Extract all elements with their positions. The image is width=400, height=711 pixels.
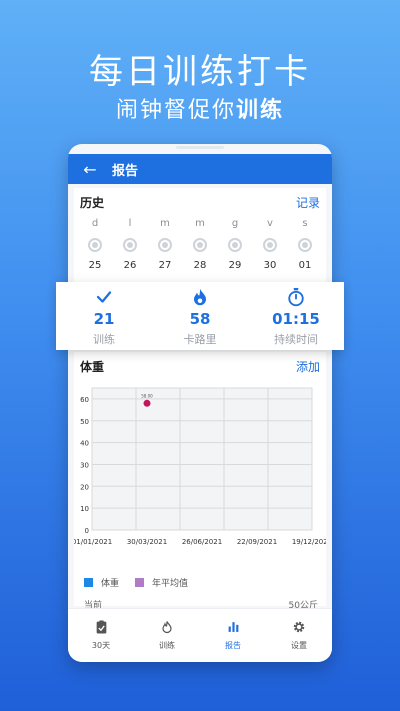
- stat-2: 01:15 持续时间: [248, 282, 344, 350]
- flame-icon: [161, 620, 173, 636]
- history-day[interactable]: m 28: [187, 218, 213, 271]
- weight-chart-svg: 0 10 20 30 40 50 60 01/01/2021 30/03/2021 26/06/2…: [72, 387, 332, 546]
- day-letter: m: [195, 218, 205, 229]
- stat-1: 58 卡路里: [152, 282, 248, 350]
- stat-label: 持续时间: [274, 333, 318, 346]
- nav-item-2[interactable]: 报告: [200, 609, 266, 662]
- nav-item-3[interactable]: 设置: [266, 609, 332, 662]
- record-link[interactable]: 记录: [296, 194, 320, 211]
- weight-card: 体重 添加 0 10 20 30 40 50 60 01/01/2021 30/03/2021 2…: [72, 352, 332, 611]
- flame-icon: [191, 286, 209, 308]
- add-weight-link[interactable]: 添加: [296, 358, 320, 375]
- back-arrow-icon[interactable]: ←: [76, 160, 104, 179]
- x-tick-label: 30/03/2021: [127, 538, 167, 546]
- stat-0: 21 训练: [56, 282, 152, 350]
- x-tick-label: 22/09/2021: [237, 538, 277, 546]
- stat-value: 58: [189, 310, 211, 328]
- history-day[interactable]: l 26: [117, 218, 143, 271]
- stat-value: 01:15: [272, 310, 320, 328]
- week-row: d 25 l 26 m 27 m 28 g 29 v 30 s 01: [74, 212, 326, 271]
- day-status-circle: [193, 238, 207, 252]
- y-tick-label: 30: [80, 461, 89, 469]
- nav-label: 训练: [159, 641, 175, 650]
- phone-notch: [176, 146, 224, 149]
- app-bar: ← 报告: [68, 154, 332, 184]
- history-day[interactable]: s 01: [292, 218, 318, 271]
- stopwatch-icon: [287, 286, 305, 308]
- history-title: 历史: [80, 195, 105, 210]
- history-day[interactable]: d 25: [82, 218, 108, 271]
- chart-point-label: 58.00: [141, 393, 153, 398]
- x-tick-label: 01/01/2021: [74, 538, 112, 546]
- day-date: 01: [298, 260, 312, 271]
- nav-label: 报告: [225, 641, 241, 650]
- chart-plot-area: [91, 387, 313, 531]
- day-status-circle: [263, 238, 277, 252]
- nav-item-0[interactable]: 30天: [68, 609, 134, 662]
- history-day[interactable]: v 30: [257, 218, 283, 271]
- stats-band: 21 训练 58 卡路里 01:15 持续时间: [56, 282, 344, 350]
- y-tick-label: 40: [80, 440, 89, 448]
- history-day[interactable]: g 29: [222, 218, 248, 271]
- gear-icon: [292, 620, 306, 636]
- chart-point: [143, 399, 151, 407]
- day-date: 30: [263, 260, 277, 271]
- nav-item-1[interactable]: 训练: [134, 609, 200, 662]
- x-tick-label: 26/06/2021: [182, 538, 222, 546]
- stat-value: 21: [93, 310, 115, 328]
- legend-label: 体重: [101, 579, 120, 589]
- promo-subtitle: 闹钟督促你训练: [0, 92, 400, 124]
- clipboard-check-icon: [95, 620, 108, 636]
- nav-label: 30天: [91, 641, 111, 650]
- legend-item: 体重: [84, 576, 119, 589]
- promo-subtitle-prefix: 闹钟督促你: [115, 98, 236, 123]
- day-letter: l: [128, 218, 132, 229]
- day-letter: d: [91, 218, 99, 229]
- stat-label: 训练: [93, 333, 115, 346]
- day-date: 29: [228, 260, 242, 271]
- weight-chart: 0 10 20 30 40 50 60 01/01/2021 30/03/2021 26/06/2…: [72, 380, 332, 550]
- bottom-navigation: 30天 训练 报告 设置: [68, 608, 332, 662]
- legend-label: 年平均值: [152, 579, 189, 589]
- y-tick-label: 20: [80, 483, 89, 491]
- legend-swatch: [135, 578, 145, 587]
- day-status-circle: [158, 238, 172, 252]
- chart-legend: 体重 年平均值: [84, 576, 204, 589]
- day-date: 28: [193, 260, 207, 271]
- history-card: 历史 记录 d 25 l 26 m 27 m 28 g 29 v 30 s 01: [74, 188, 326, 296]
- day-date: 25: [88, 260, 102, 271]
- phone-frame: ← 报告 历史 记录 d 25 l 26 m 27 m 28 g 29 v 30 s 01 体重 添加 0…: [68, 144, 332, 662]
- x-tick-label: 19/12/2021: [292, 538, 326, 546]
- stat-label: 卡路里: [183, 333, 217, 346]
- day-date: 26: [123, 260, 137, 271]
- y-tick-label: 0: [85, 527, 89, 535]
- weight-title: 体重: [80, 359, 105, 374]
- legend-swatch: [84, 578, 93, 587]
- y-tick-label: 50: [80, 418, 89, 426]
- bar-chart-icon: [227, 620, 240, 636]
- y-tick-label: 60: [80, 396, 89, 404]
- day-status-circle: [298, 238, 312, 252]
- day-letter: g: [231, 218, 239, 229]
- day-status-circle: [228, 238, 242, 252]
- history-day[interactable]: m 27: [152, 218, 178, 271]
- day-date: 27: [158, 260, 172, 271]
- day-letter: v: [267, 218, 273, 229]
- promo-subtitle-bold: 训练: [236, 98, 285, 123]
- y-tick-label: 10: [80, 505, 89, 513]
- page-title: 报告: [112, 163, 139, 179]
- nav-label: 设置: [291, 641, 307, 650]
- legend-item: 年平均值: [135, 576, 188, 589]
- day-letter: m: [160, 218, 170, 229]
- check-icon: [95, 286, 113, 308]
- day-letter: s: [302, 218, 308, 229]
- day-status-circle: [88, 238, 102, 252]
- day-status-circle: [123, 238, 137, 252]
- promo-title: 每日训练打卡: [89, 52, 311, 92]
